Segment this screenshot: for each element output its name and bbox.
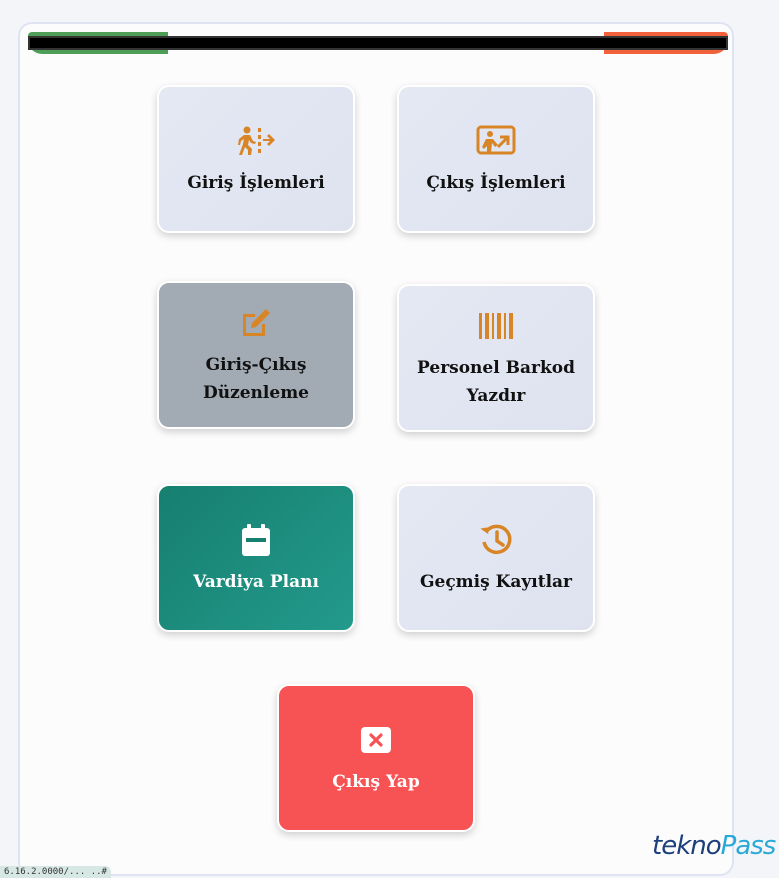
tile-label: Çıkış İşlemleri	[426, 173, 566, 193]
tile-print-staff-barcode[interactable]: Personel Barkod Yazdır	[397, 284, 595, 432]
teknopass-logo: tekno Pass	[652, 826, 776, 866]
close-box-icon	[356, 720, 396, 760]
logo-text-part1: tekno	[652, 831, 722, 861]
tile-exit-operations[interactable]: Çıkış İşlemleri	[397, 85, 595, 233]
top-status-bar	[28, 32, 728, 54]
logout-button[interactable]: Çıkış Yap	[277, 684, 475, 832]
tile-label: Vardiya Planı	[193, 572, 319, 592]
tile-history-records[interactable]: Geçmiş Kayıtlar	[397, 484, 595, 632]
person-entering-icon	[236, 121, 276, 161]
top-bar-black-strip	[28, 36, 728, 50]
tile-shift-plan[interactable]: Vardiya Planı	[157, 484, 355, 632]
status-tag: 6.16.2.0000/... ..#	[0, 866, 111, 878]
tile-label: Giriş İşlemleri	[187, 173, 325, 193]
calendar-icon	[236, 520, 276, 560]
barcode-icon	[476, 306, 516, 346]
person-exiting-icon	[476, 121, 516, 161]
tile-label: Geçmiş Kayıtlar	[419, 572, 573, 592]
tile-entry-operations[interactable]: Giriş İşlemleri	[157, 85, 355, 233]
history-icon	[476, 520, 516, 560]
tile-label: Personel Barkod Yazdır	[417, 358, 575, 406]
tile-entry-exit-edit[interactable]: Giriş-Çıkış Düzenleme	[157, 281, 355, 429]
tile-label: Giriş-Çıkış Düzenleme	[202, 355, 309, 403]
logo-text-part2: Pass	[720, 831, 777, 861]
tile-label: Çıkış Yap	[332, 772, 420, 792]
edit-icon	[236, 303, 276, 343]
